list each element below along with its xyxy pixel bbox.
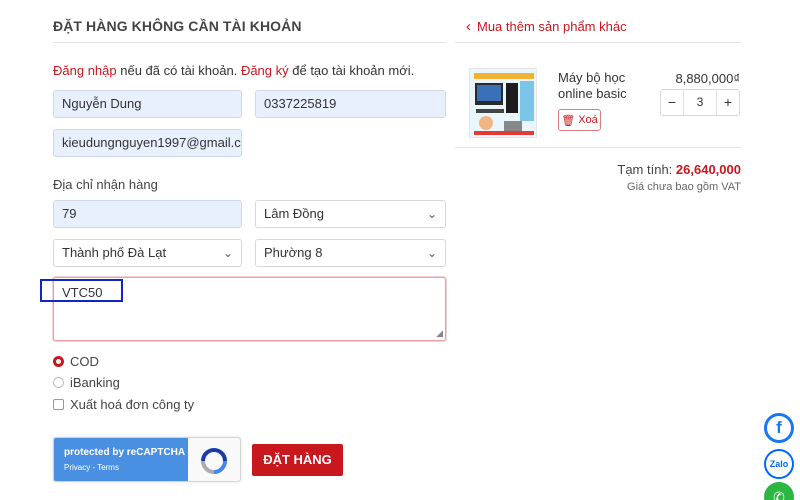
cart-divider (455, 147, 741, 148)
province-value: Lâm Đồng (264, 206, 324, 221)
delete-item-button[interactable]: 🗑 Xoá (558, 109, 601, 131)
checkbox-icon[interactable] (53, 399, 64, 410)
recaptcha-logo-icon (188, 438, 240, 481)
checkout-page: ĐẶT HÀNG KHÔNG CẦN TÀI KHOẢN Đăng nhập n… (0, 0, 800, 500)
login-register-line: Đăng nhập nếu đã có tài khoản. Đăng ký đ… (53, 63, 414, 78)
chevron-left-icon: ‹ (466, 18, 471, 35)
form-title: ĐẶT HÀNG KHÔNG CẦN TÀI KHOẢN (53, 18, 302, 34)
invoice-checkbox-row[interactable]: Xuất hoá đơn công ty (53, 397, 194, 412)
address-label: Địa chỉ nhận hàng (53, 177, 158, 192)
product-name[interactable]: Máy bộ học online basic (558, 70, 638, 102)
recaptcha-text: protected by reCAPTCHA (64, 447, 186, 458)
invoice-label: Xuất hoá đơn công ty (70, 397, 195, 412)
increase-button[interactable]: + (717, 90, 739, 115)
district-value: Thành phố Đà Lạt (62, 245, 167, 260)
phone-field[interactable]: 0337225819 (255, 90, 446, 118)
product-thumbnail[interactable] (469, 68, 537, 138)
subtotal-value: 26,640,000 (675, 162, 741, 177)
district-select[interactable]: Thành phố Đà Lạt ⌄ (53, 239, 242, 267)
facebook-icon[interactable]: f (764, 413, 794, 443)
product-price: 8,880,000₫ (675, 71, 740, 86)
continue-shopping-label: Mua thêm sản phẩm khác (477, 19, 627, 34)
payment-option-cod[interactable]: COD (53, 354, 99, 369)
payment-option-label: COD (70, 354, 99, 369)
phone-icon[interactable]: ✆ (764, 482, 794, 500)
chevron-down-icon: ⌄ (426, 246, 437, 260)
recaptcha-badge[interactable]: protected by reCAPTCHA Privacy - Terms (53, 437, 241, 482)
zalo-icon[interactable]: Zalo (764, 449, 794, 479)
payment-option-label: iBanking (70, 375, 120, 390)
quantity-stepper[interactable]: − 3 + (660, 89, 740, 116)
register-text: để tạo tài khoản mới. (288, 63, 415, 78)
payment-option-ibanking[interactable]: iBanking (53, 375, 120, 390)
cart-top-divider (455, 42, 741, 43)
register-link[interactable]: Đăng ký (241, 63, 289, 78)
continue-shopping-link[interactable]: ‹ Mua thêm sản phẩm khác (466, 18, 627, 35)
chevron-down-icon: ⌄ (426, 207, 437, 221)
vat-note: Giá chưa bao gồm VAT (627, 181, 741, 193)
house-number-field[interactable]: 79 (53, 200, 242, 228)
province-select[interactable]: Lâm Đồng ⌄ (255, 200, 446, 228)
trash-icon: 🗑 (561, 114, 576, 127)
ward-value: Phường 8 (264, 245, 323, 260)
ward-select[interactable]: Phường 8 ⌄ (255, 239, 446, 267)
email-field[interactable]: kieudungnguyen1997@gmail.com (53, 129, 242, 157)
radio-icon[interactable] (53, 377, 64, 388)
delete-label: Xoá (578, 114, 598, 126)
quantity-value[interactable]: 3 (683, 90, 717, 115)
decrease-button[interactable]: − (661, 90, 683, 115)
title-divider (53, 42, 446, 43)
note-value: VTC50 (62, 285, 103, 300)
resize-handle-icon[interactable]: ◢ (436, 328, 443, 339)
subtotal-label: Tạm tính: (617, 162, 676, 177)
recaptcha-links[interactable]: Privacy - Terms (64, 463, 119, 472)
login-link[interactable]: Đăng nhập (53, 63, 117, 78)
name-field[interactable]: Nguyễn Dung (53, 90, 242, 118)
note-textarea[interactable]: VTC50 ◢ (53, 277, 446, 341)
chevron-down-icon: ⌄ (222, 246, 233, 260)
subtotal: Tạm tính: 26,640,000 (560, 162, 741, 177)
radio-selected-icon[interactable] (53, 356, 64, 367)
order-button[interactable]: ĐẶT HÀNG (252, 444, 343, 476)
login-text: nếu đã có tài khoản. (116, 63, 241, 78)
